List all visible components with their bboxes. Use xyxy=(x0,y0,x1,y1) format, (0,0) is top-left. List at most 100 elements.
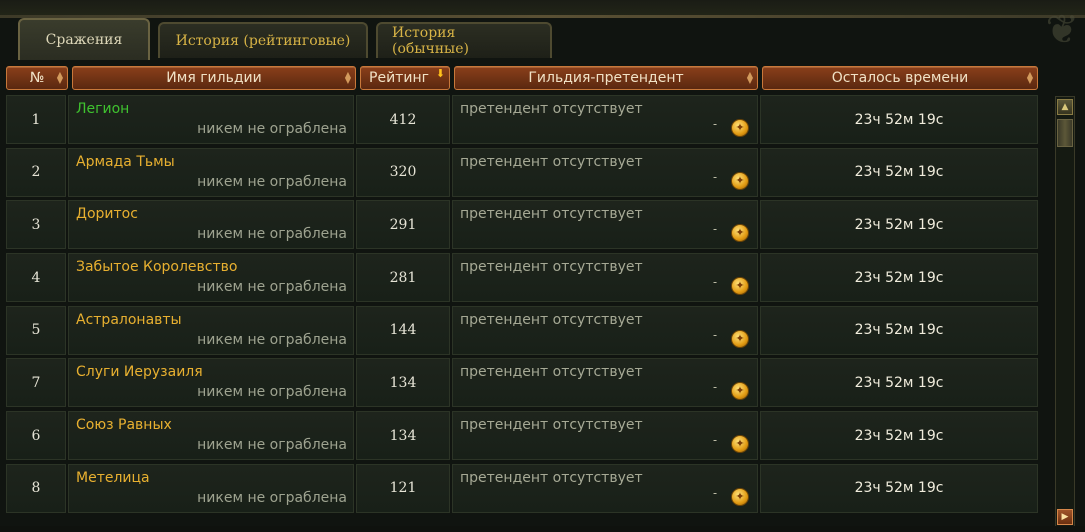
table-row[interactable]: 4 Забытое Королевство никем не ограблена… xyxy=(6,252,1050,305)
column-header-rating[interactable]: Рейтинг ⬇ xyxy=(360,66,450,90)
rating-cell: 412 xyxy=(356,95,450,144)
row-number-cell: 4 xyxy=(6,253,66,303)
guild-cell[interactable]: Союз Равных никем не ограблена xyxy=(68,411,354,461)
time-remaining: 23ч 52м 19с xyxy=(854,269,944,286)
column-header-challenger-label: Гильдия-претендент xyxy=(528,70,684,86)
sort-arrows-icon: ▲ ▼ xyxy=(746,70,753,85)
robbery-status: никем не ограблена xyxy=(197,437,347,454)
time-remaining: 23ч 52м 19с xyxy=(854,427,944,444)
row-number: 4 xyxy=(31,269,41,286)
robbery-status: никем не ограблена xyxy=(197,489,347,506)
scroll-up-icon[interactable]: ▲ xyxy=(1057,99,1073,115)
rating-cell: 320 xyxy=(356,147,450,197)
challenger-cell: претендент отсутствует - ✦ xyxy=(452,253,758,303)
guild-name-link[interactable]: Забытое Королевство xyxy=(76,259,237,275)
robbery-status: никем не ограблена xyxy=(197,226,347,243)
time-remaining-cell: 23ч 52м 19с xyxy=(760,200,1038,250)
robbery-status: никем не ограблена xyxy=(197,173,347,190)
column-header-num[interactable]: № ▲ ▼ xyxy=(6,66,68,90)
gold-coin-icon[interactable]: ✦ xyxy=(731,487,749,506)
gold-coin-icon[interactable]: ✦ xyxy=(731,435,749,454)
column-header-name[interactable]: Имя гильдии ▲ ▼ xyxy=(72,66,356,90)
rating-cell: 144 xyxy=(356,305,450,355)
corner-ornament-icon: ❦ xyxy=(1045,7,1079,53)
rating-cell: 121 xyxy=(356,463,450,513)
time-remaining-cell: 23ч 52м 19с xyxy=(760,411,1038,461)
scroll-thumb[interactable] xyxy=(1057,119,1073,147)
row-number-cell: 7 xyxy=(6,358,66,408)
guild-cell[interactable]: Доритос никем не ограблена xyxy=(68,200,354,250)
challenger-value: - xyxy=(712,433,717,448)
guild-name-link[interactable]: Союз Равных xyxy=(76,417,172,433)
guild-name-link[interactable]: Астралонавты xyxy=(76,312,182,328)
rating-value: 134 xyxy=(389,427,417,444)
challenger-text: претендент отсутствует xyxy=(460,153,643,170)
challenger-cell: претендент отсутствует - ✦ xyxy=(452,411,758,461)
rating-cell: 134 xyxy=(356,358,450,408)
tab-history-normal[interactable]: История (обычные) xyxy=(376,22,552,58)
guild-battles-table: 1 Легион никем не ограблена 412 претенде… xyxy=(6,94,1050,516)
rating-value: 144 xyxy=(389,322,417,339)
scrollbar[interactable]: ▲ ▶ xyxy=(1055,96,1075,528)
robbery-status: никем не ограблена xyxy=(197,384,347,401)
challenger-value: - xyxy=(712,222,717,237)
time-remaining-cell: 23ч 52м 19с xyxy=(760,305,1038,355)
row-number: 5 xyxy=(31,322,41,339)
robbery-status: никем не ограблена xyxy=(197,121,347,137)
time-remaining-cell: 23ч 52м 19с xyxy=(760,253,1038,303)
gold-coin-icon[interactable]: ✦ xyxy=(731,329,749,348)
column-header-time[interactable]: Осталось времени ▲ ▼ xyxy=(762,66,1038,90)
challenger-cell: претендент отсутствует - ✦ xyxy=(452,147,758,197)
guild-name-link[interactable]: Армада Тьмы xyxy=(76,154,175,170)
table-row[interactable]: 5 Астралонавты никем не ограблена 144 пр… xyxy=(6,305,1050,358)
column-header-num-label: № xyxy=(29,70,45,86)
gold-coin-icon[interactable]: ✦ xyxy=(731,382,749,401)
challenger-cell: претендент отсутствует - ✦ xyxy=(452,305,758,355)
sort-arrows-icon: ▲ ▼ xyxy=(56,70,63,85)
table-row[interactable]: 8 Метелица никем не ограблена 121 претен… xyxy=(6,463,1050,516)
time-remaining-cell: 23ч 52м 19с xyxy=(760,95,1038,144)
challenger-value: - xyxy=(712,380,717,395)
gold-coin-icon[interactable]: ✦ xyxy=(731,171,749,190)
rating-value: 320 xyxy=(389,164,417,181)
table-row[interactable]: 2 Армада Тьмы никем не ограблена 320 пре… xyxy=(6,147,1050,200)
challenger-text: претендент отсутствует xyxy=(460,364,643,381)
challenger-text: претендент отсутствует xyxy=(460,206,643,223)
challenger-text: претендент отсутствует xyxy=(460,311,643,328)
guild-name-link[interactable]: Легион xyxy=(76,101,129,117)
time-remaining-cell: 23ч 52м 19с xyxy=(760,463,1038,513)
scroll-down-icon[interactable]: ▶ xyxy=(1057,509,1073,525)
guild-cell[interactable]: Метелица никем не ограблена xyxy=(68,463,354,513)
tab-battles[interactable]: Сражения xyxy=(18,18,150,60)
gold-coin-icon[interactable]: ✦ xyxy=(731,119,749,137)
guild-cell[interactable]: Слуги Иерузаиля никем не ограблена xyxy=(68,358,354,408)
challenger-value: - xyxy=(712,275,717,290)
challenger-cell: претендент отсутствует - ✦ xyxy=(452,200,758,250)
challenger-text: претендент отсутствует xyxy=(460,259,643,276)
guild-name-link[interactable]: Слуги Иерузаиля xyxy=(76,364,203,380)
robbery-status: никем не ограблена xyxy=(197,279,347,296)
row-number-cell: 5 xyxy=(6,305,66,355)
tab-history-rated[interactable]: История (рейтинговые) xyxy=(158,22,368,58)
gold-coin-icon[interactable]: ✦ xyxy=(731,224,749,243)
row-number-cell: 3 xyxy=(6,200,66,250)
time-remaining-cell: 23ч 52м 19с xyxy=(760,147,1038,197)
guild-name-link[interactable]: Метелица xyxy=(76,470,150,486)
table-row[interactable]: 6 Союз Равных никем не ограблена 134 пре… xyxy=(6,410,1050,463)
gold-coin-icon[interactable]: ✦ xyxy=(731,277,749,296)
challenger-value: - xyxy=(712,485,717,500)
guild-cell[interactable]: Легион никем не ограблена xyxy=(68,95,354,144)
guild-name-link[interactable]: Доритос xyxy=(76,206,138,222)
table-row[interactable]: 7 Слуги Иерузаиля никем не ограблена 134… xyxy=(6,357,1050,410)
guild-cell[interactable]: Армада Тьмы никем не ограблена xyxy=(68,147,354,197)
column-header-challenger[interactable]: Гильдия-претендент ▲ ▼ xyxy=(454,66,758,90)
guild-cell[interactable]: Астралонавты никем не ограблена xyxy=(68,305,354,355)
row-number-cell: 6 xyxy=(6,411,66,461)
table-row[interactable]: 1 Легион никем не ограблена 412 претенде… xyxy=(6,94,1050,147)
challenger-value: - xyxy=(712,169,717,184)
row-number-cell: 1 xyxy=(6,95,66,144)
rating-cell: 281 xyxy=(356,253,450,303)
rating-value: 134 xyxy=(389,374,417,391)
table-row[interactable]: 3 Доритос никем не ограблена 291 претенд… xyxy=(6,199,1050,252)
guild-cell[interactable]: Забытое Королевство никем не ограблена xyxy=(68,253,354,303)
